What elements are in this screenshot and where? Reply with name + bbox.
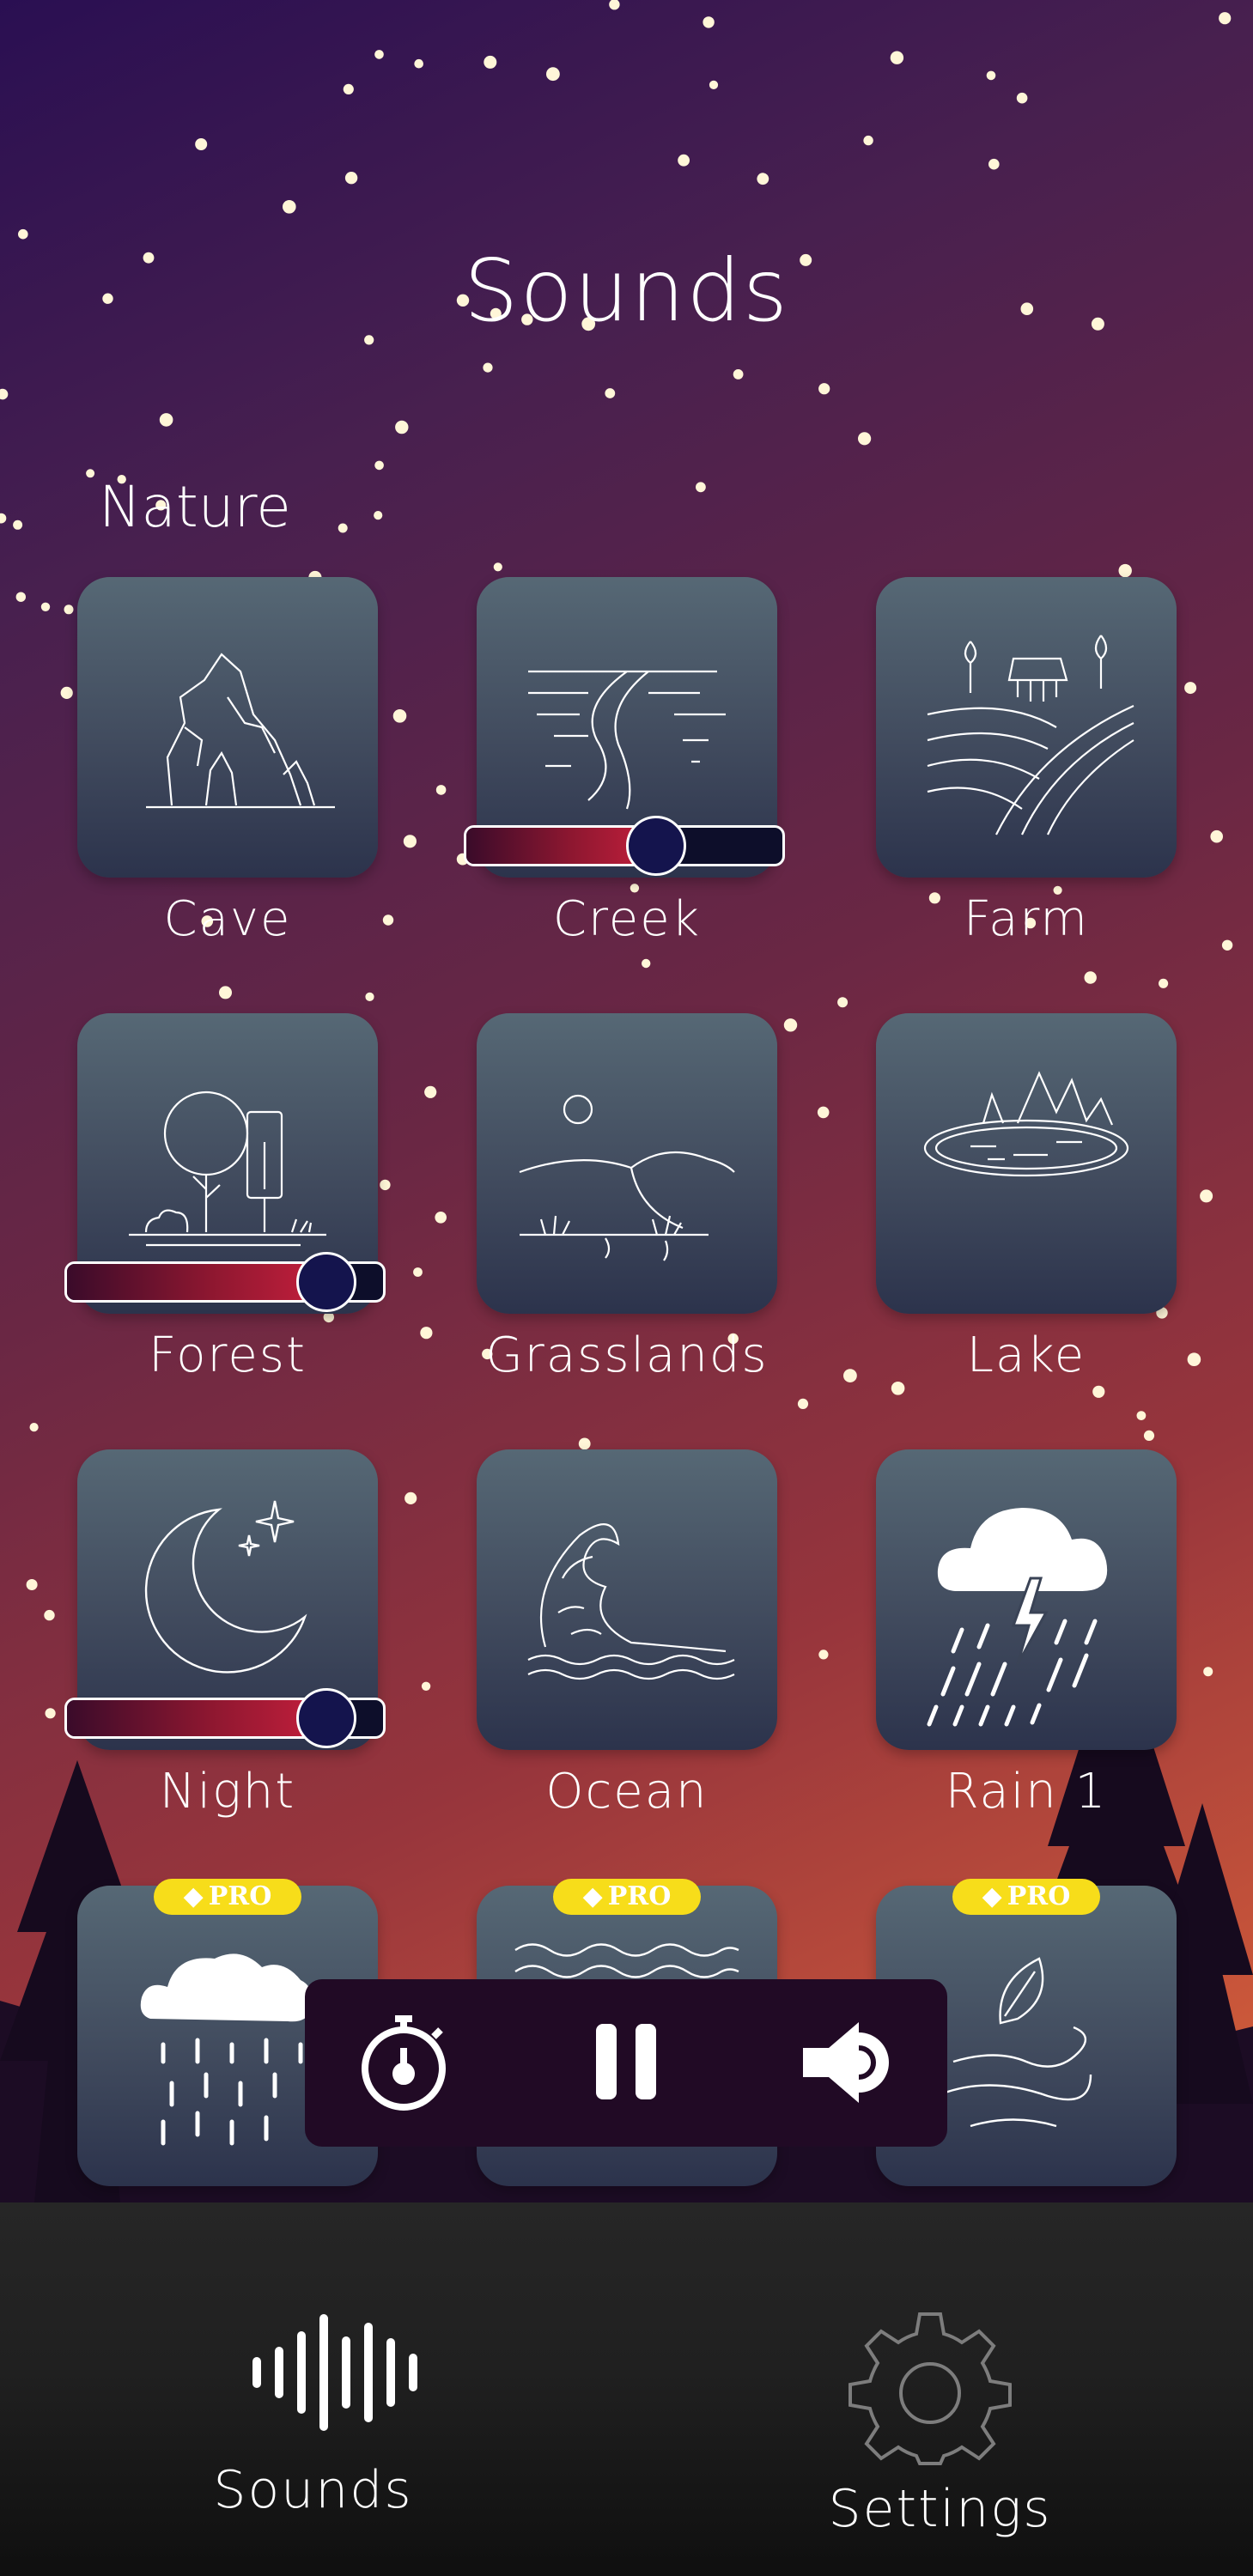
page-title: Sounds xyxy=(464,240,789,341)
pro-badge-label: PRO xyxy=(607,1881,672,1911)
pro-badge: ◆ PRO xyxy=(553,1879,701,1915)
tab-settings-label: Settings xyxy=(828,2479,1052,2539)
pro-badge: ◆ PRO xyxy=(952,1879,1100,1915)
volume-slider-night[interactable] xyxy=(64,1688,386,1748)
sound-wave-icon xyxy=(252,2314,417,2431)
bottom-tab-bar: Sounds Settings xyxy=(0,2202,1253,2576)
volume-slider-knob[interactable] xyxy=(295,1252,356,1312)
diamond-icon: ◆ xyxy=(582,1881,603,1911)
grasslands-icon xyxy=(519,1094,735,1261)
sound-label-lake: Lake xyxy=(966,1327,1086,1383)
sound-tile-farm[interactable] xyxy=(876,577,1177,878)
cave-icon xyxy=(146,653,335,809)
diamond-icon: ◆ xyxy=(183,1881,204,1911)
sound-label-rain-1: Rain 1 xyxy=(945,1764,1108,1820)
stopwatch-icon xyxy=(362,2015,446,2111)
playback-controls xyxy=(305,1979,947,2147)
speaker-icon xyxy=(803,2022,889,2103)
section-label-nature: Nature xyxy=(99,474,291,540)
volume-slider-knob[interactable] xyxy=(295,1688,356,1748)
sound-label-creek: Creek xyxy=(552,891,702,947)
ocean-icon xyxy=(527,1523,735,1680)
timer-button[interactable] xyxy=(348,2007,459,2118)
tab-sounds[interactable]: Sounds xyxy=(0,2202,626,2576)
pro-badge-label: PRO xyxy=(1007,1881,1071,1911)
diamond-icon: ◆ xyxy=(982,1881,1002,1911)
volume-slider-forest[interactable] xyxy=(64,1252,386,1312)
pro-badge-label: PRO xyxy=(208,1881,272,1911)
sound-tile-lake[interactable] xyxy=(876,1013,1177,1314)
gear-icon xyxy=(849,2312,1012,2465)
volume-slider-fill xyxy=(67,1700,326,1736)
farm-icon xyxy=(927,635,1134,835)
sound-label-ocean: Ocean xyxy=(545,1764,709,1820)
volume-button[interactable] xyxy=(794,2007,906,2118)
pause-button[interactable] xyxy=(570,2007,682,2118)
volume-slider-knob[interactable] xyxy=(625,816,686,876)
sound-label-night: Night xyxy=(159,1764,296,1820)
sound-label-forest: Forest xyxy=(149,1327,307,1383)
volume-slider-fill xyxy=(67,1264,326,1300)
sound-label-grasslands: Grasslands xyxy=(485,1327,769,1383)
volume-slider-creek[interactable] xyxy=(464,816,785,876)
rain-lightning-icon xyxy=(927,1508,1108,1727)
tab-settings[interactable]: Settings xyxy=(627,2202,1253,2576)
pause-icon xyxy=(596,2024,656,2099)
sound-tile-cave[interactable] xyxy=(77,577,378,878)
sound-tile-ocean[interactable] xyxy=(477,1449,777,1750)
sound-label-cave: Cave xyxy=(163,891,292,947)
sound-tile-grasslands[interactable] xyxy=(477,1013,777,1314)
tab-sounds-label: Sounds xyxy=(213,2460,413,2520)
lake-icon xyxy=(923,1071,1129,1177)
sound-label-farm: Farm xyxy=(964,891,1089,947)
sound-tile-rain-1[interactable] xyxy=(876,1449,1177,1750)
pro-badge: ◆ PRO xyxy=(154,1879,301,1915)
